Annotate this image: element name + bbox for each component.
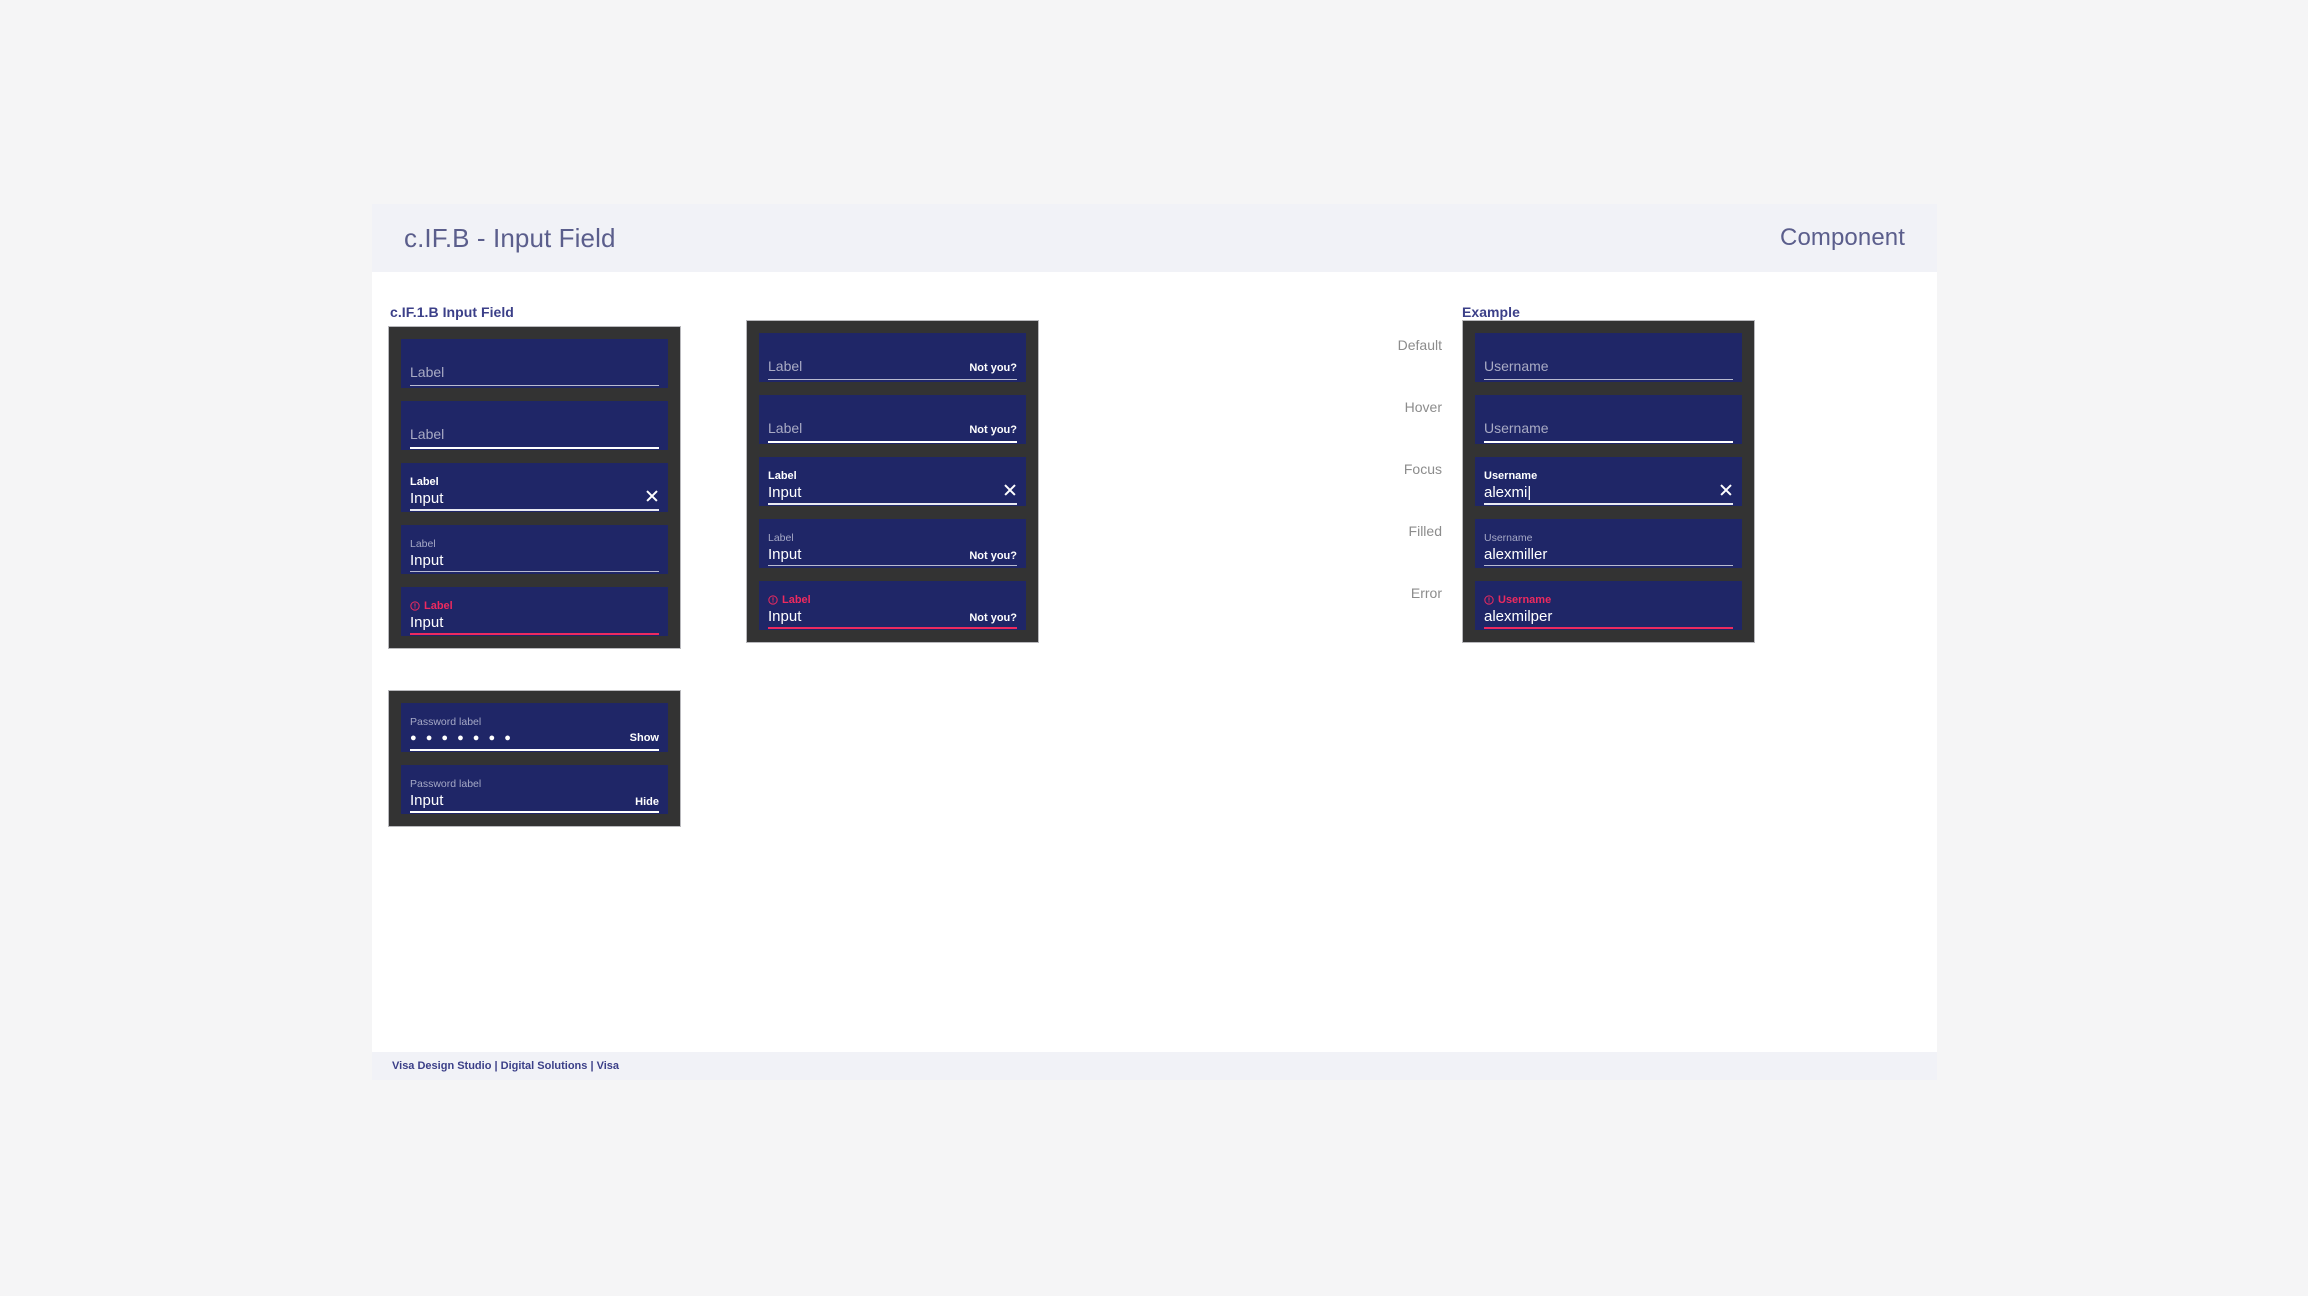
state-label-focus: Focus bbox=[1403, 460, 1442, 477]
input-field-filled[interactable]: Label Input Not you? bbox=[759, 519, 1026, 568]
spec-card-trailing-link: Label Not you? Label Not you? Label Inpu… bbox=[746, 320, 1039, 643]
password-field-masked[interactable]: Password label ● ● ● ● ● ● ● Show bbox=[401, 703, 668, 752]
not-you-link[interactable]: Not you? bbox=[969, 424, 1017, 441]
state-label-column: Default Hover Focus Filled Error bbox=[1322, 320, 1442, 630]
not-you-link[interactable]: Not you? bbox=[969, 362, 1017, 379]
component-page: c.IF.B - Input Field Component c.IF.1.B … bbox=[372, 204, 1937, 1080]
input-underline bbox=[768, 379, 1017, 380]
input-underline bbox=[410, 447, 659, 449]
spec-card-password: Password label ● ● ● ● ● ● ● Show Passwo… bbox=[388, 690, 681, 827]
input-underline bbox=[768, 565, 1017, 566]
example-card: Username Username Username alexmi| Usern… bbox=[1462, 320, 1755, 643]
input-error-label: Label bbox=[410, 599, 659, 613]
page-title: c.IF.B - Input Field bbox=[404, 222, 616, 253]
close-x-icon[interactable] bbox=[645, 489, 659, 503]
error-circle-icon bbox=[768, 595, 778, 605]
section-label-spec: c.IF.1.B Input Field bbox=[390, 304, 514, 320]
input-field-hover[interactable]: Label Not you? bbox=[759, 395, 1026, 444]
page-content: c.IF.1.B Input Field Example Label Label… bbox=[372, 272, 1937, 1052]
input-underline bbox=[410, 811, 659, 813]
input-underline bbox=[768, 627, 1017, 629]
input-underline bbox=[1484, 503, 1733, 505]
input-error-label-text: Label bbox=[782, 594, 811, 606]
show-password-button[interactable]: Show bbox=[630, 732, 659, 749]
input-underline bbox=[410, 633, 659, 635]
input-field-error[interactable]: Label Input Not you? bbox=[759, 581, 1026, 630]
username-field-error[interactable]: Username alexmilper bbox=[1475, 581, 1742, 630]
input-field-focus[interactable]: Label Input bbox=[759, 457, 1026, 506]
input-error-label: Username bbox=[1484, 593, 1733, 607]
input-label: Label bbox=[410, 538, 436, 550]
state-label-error: Error bbox=[1410, 584, 1442, 601]
input-label: Password label bbox=[410, 716, 482, 728]
section-label-example: Example bbox=[1462, 304, 1520, 320]
password-field-visible[interactable]: Password label Input Hide bbox=[401, 765, 668, 814]
input-underline bbox=[1484, 441, 1733, 443]
state-label-hover: Hover bbox=[1404, 398, 1442, 415]
input-underline bbox=[1484, 627, 1733, 629]
input-label: Password label bbox=[410, 778, 482, 790]
username-field-hover[interactable]: Username bbox=[1475, 395, 1742, 444]
input-field-hover[interactable]: Label bbox=[401, 401, 668, 450]
input-error-label-text: Label bbox=[424, 600, 453, 612]
close-x-icon[interactable] bbox=[1719, 483, 1733, 497]
state-label-default: Default bbox=[1397, 336, 1442, 353]
input-underline bbox=[410, 509, 659, 511]
input-underline bbox=[768, 503, 1017, 505]
spec-card-basic: Label Label Label Input Label Input Labe… bbox=[388, 326, 681, 649]
page-kind-label: Component bbox=[1780, 224, 1905, 251]
input-underline bbox=[1484, 565, 1733, 566]
input-label: Label bbox=[410, 476, 439, 488]
input-underline bbox=[1484, 379, 1733, 380]
input-underline bbox=[410, 571, 659, 572]
error-circle-icon bbox=[1484, 595, 1494, 605]
input-field-default[interactable]: Label bbox=[401, 339, 668, 388]
state-label-filled: Filled bbox=[1408, 522, 1442, 539]
username-field-filled[interactable]: Username alexmiller bbox=[1475, 519, 1742, 568]
username-field-default[interactable]: Username bbox=[1475, 333, 1742, 382]
input-label: Username bbox=[1484, 470, 1538, 482]
input-label: Label bbox=[768, 532, 794, 544]
input-error-label: Label bbox=[768, 593, 1017, 607]
input-underline bbox=[410, 749, 659, 751]
input-label: Label bbox=[768, 470, 797, 482]
input-error-label-text: Username bbox=[1498, 594, 1552, 606]
footer-credit: Visa Design Studio | Digital Solutions |… bbox=[392, 1060, 620, 1072]
close-x-icon[interactable] bbox=[1003, 483, 1017, 497]
input-label: Username bbox=[1484, 532, 1533, 544]
input-underline bbox=[768, 441, 1017, 443]
input-field-focus[interactable]: Label Input bbox=[401, 463, 668, 512]
input-field-filled[interactable]: Label Input bbox=[401, 525, 668, 574]
page-footer: Visa Design Studio | Digital Solutions |… bbox=[372, 1052, 1937, 1080]
input-field-error[interactable]: Label Input bbox=[401, 587, 668, 636]
error-circle-icon bbox=[410, 601, 420, 611]
username-field-focus[interactable]: Username alexmi| bbox=[1475, 457, 1742, 506]
page-header: c.IF.B - Input Field Component bbox=[372, 204, 1937, 272]
input-underline bbox=[410, 385, 659, 386]
input-field-default[interactable]: Label Not you? bbox=[759, 333, 1026, 382]
